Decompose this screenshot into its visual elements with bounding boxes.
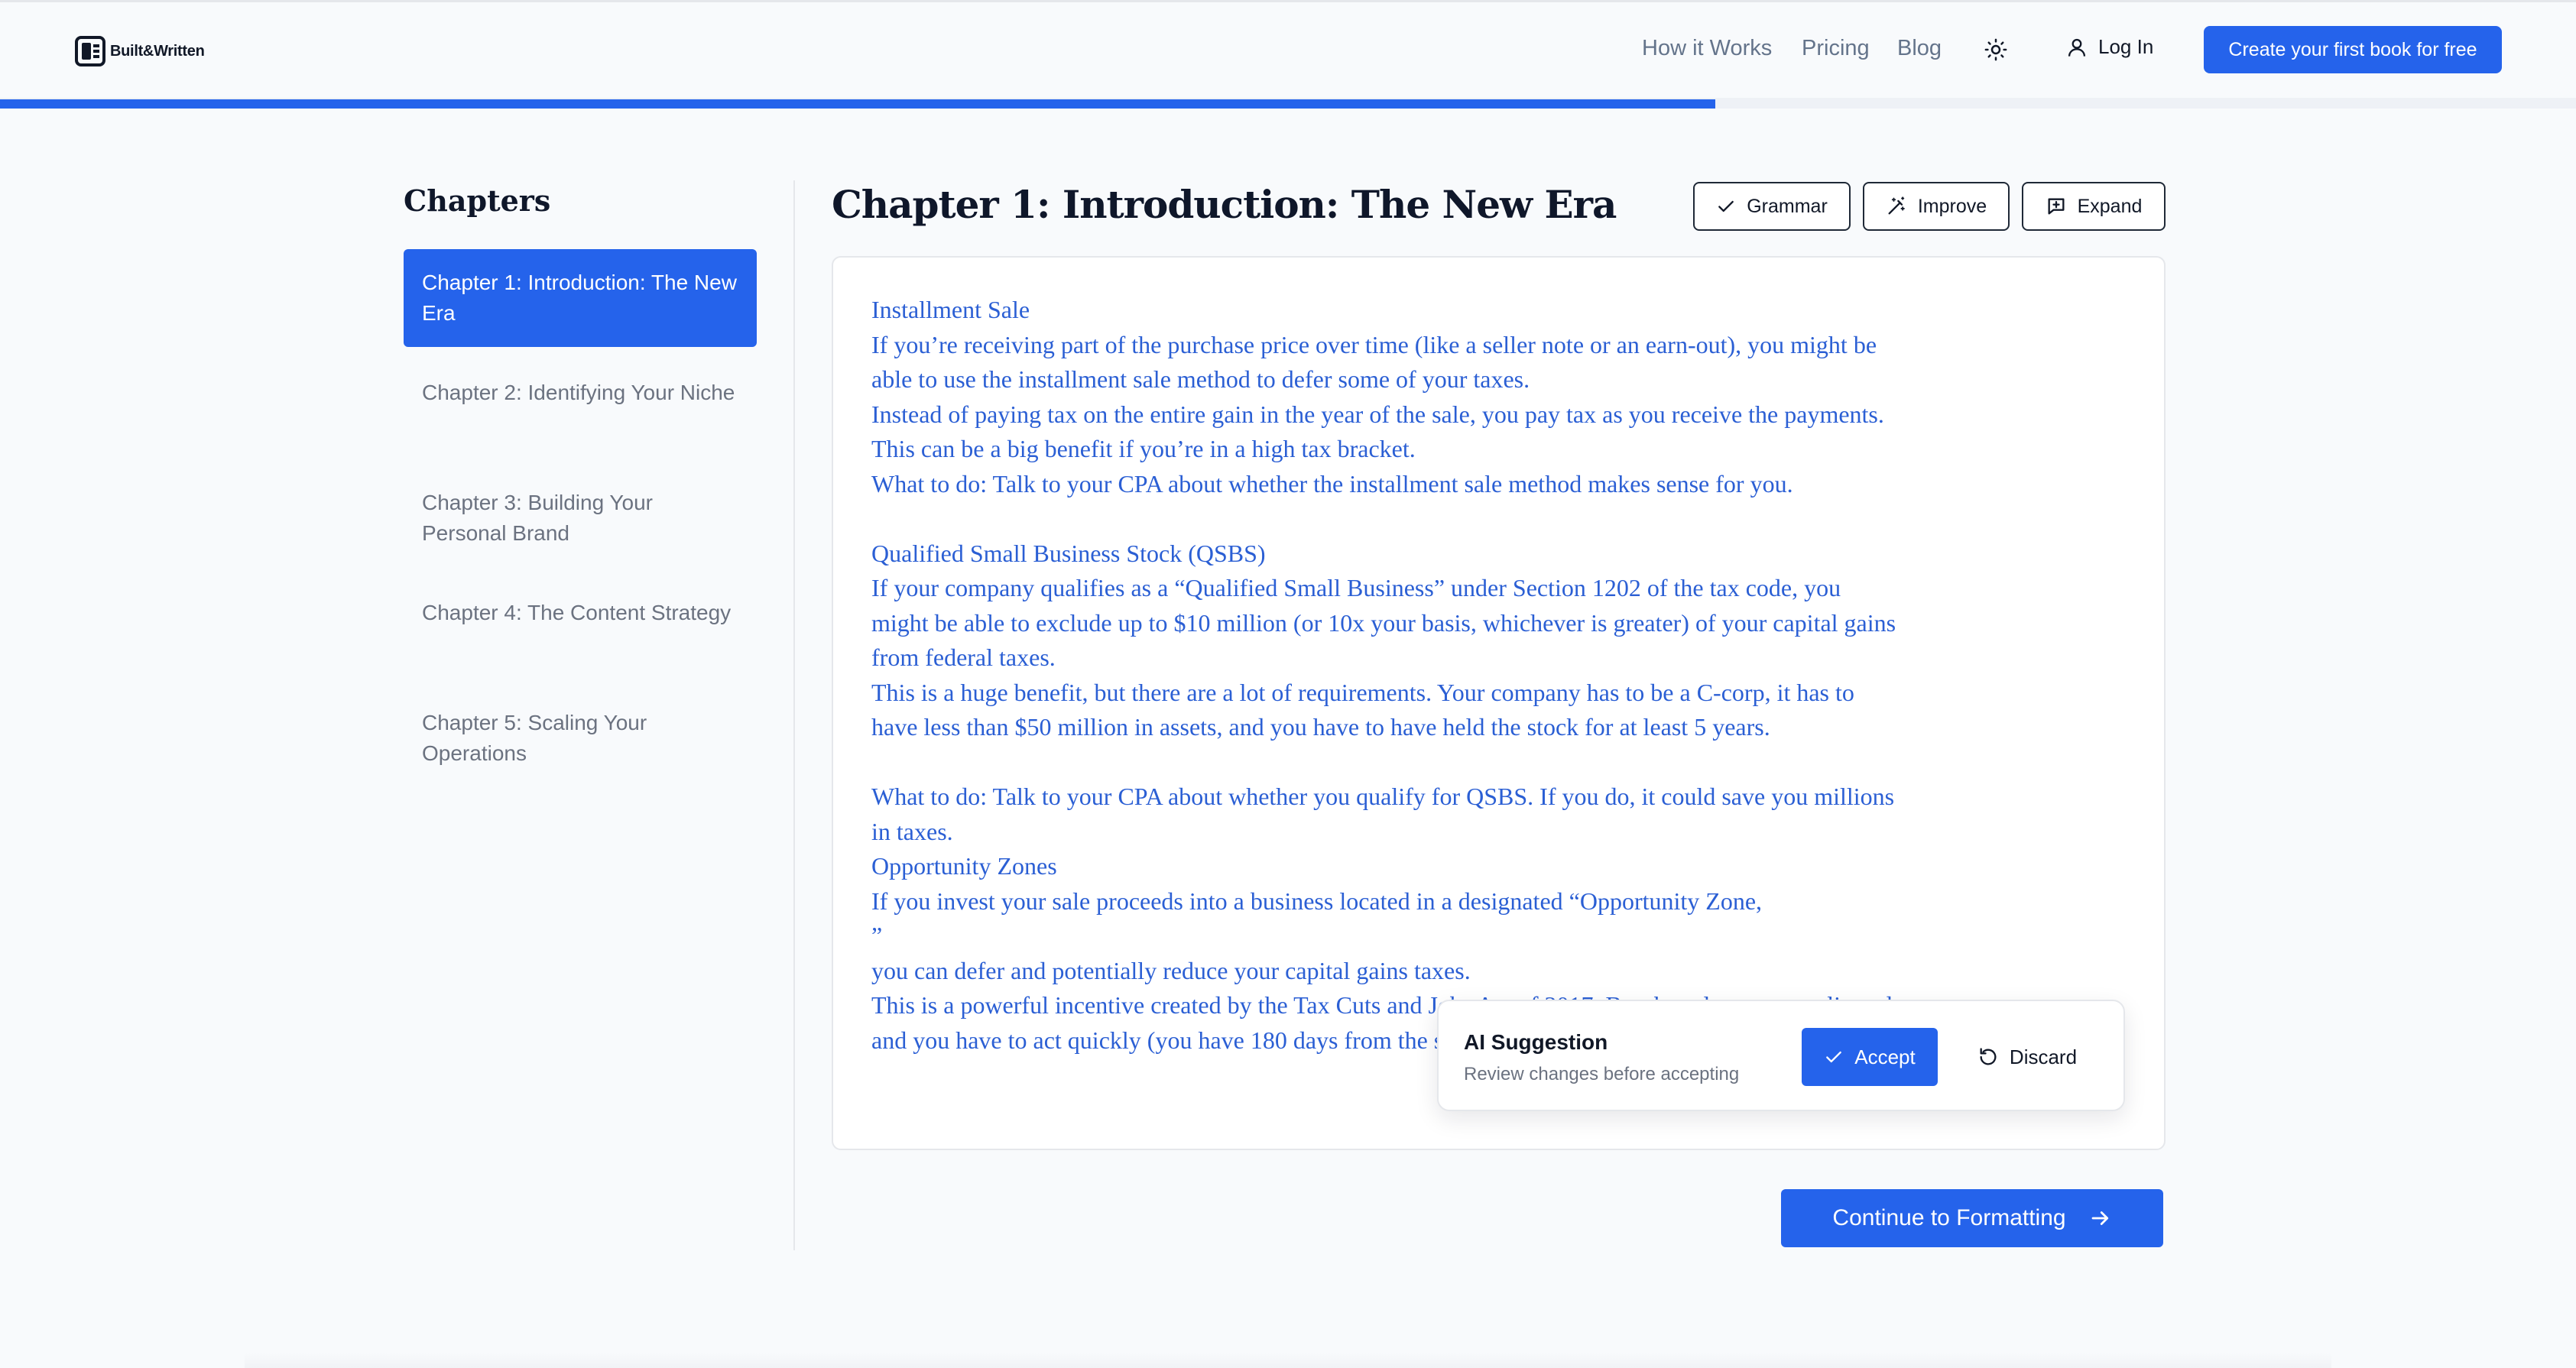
discard-label: Discard	[2009, 1045, 2078, 1068]
book-logo-icon	[75, 36, 105, 66]
check-icon	[1718, 200, 1734, 212]
theme-toggle-sun-icon[interactable]	[1984, 38, 2007, 61]
chapters-sidebar: Chapters Chapter 1: Introduction: The Ne…	[404, 183, 757, 765]
create-book-button[interactable]: Create your first book for free	[2204, 26, 2502, 73]
logo[interactable]: Built&Written	[75, 36, 205, 66]
ai-suggestion-subtitle: Review changes before accepting	[1464, 1064, 1740, 1084]
editor-paragraph: Installment Sale	[871, 296, 1030, 323]
continue-label: Continue to Formatting	[1832, 1205, 2066, 1230]
sidebar-divider	[793, 180, 795, 1250]
editor-paragraph	[871, 501, 1903, 537]
nav-pricing[interactable]: Pricing	[1802, 36, 1870, 61]
editor-paragraph	[871, 745, 1903, 780]
editor-paragraph: Opportunity Zones	[871, 852, 1057, 880]
expand-label: Expand	[2077, 195, 2143, 217]
expand-button[interactable]: Expand	[2022, 182, 2166, 231]
chapter-heading: Chapter 1: Introduction: The New Era	[832, 182, 1617, 227]
editor-paragraph: If your company qualifies as a “Qualifie…	[871, 574, 1903, 671]
page-bottom-shade	[245, 1353, 2331, 1368]
improve-label: Improve	[1917, 195, 1987, 217]
arrow-right-icon	[2091, 1211, 2108, 1225]
editor-text[interactable]: Installment Sale If you’re receiving par…	[871, 293, 1903, 1058]
sidebar-title: Chapters	[404, 183, 551, 218]
editor-paragraph: What to do: Talk to your CPA about wheth…	[871, 783, 1901, 845]
continue-to-formatting-button[interactable]: Continue to Formatting	[1781, 1189, 2163, 1247]
editor-paragraph: Instead of paying tax on the entire gain…	[871, 400, 1890, 463]
progress-bar-fill	[0, 99, 1716, 109]
check-icon	[1826, 1051, 1842, 1063]
editor-paragraph: If you’re receiving part of the purchase…	[871, 330, 1883, 394]
accept-button[interactable]: Accept	[1802, 1028, 1938, 1086]
ai-suggestion-title: AI Suggestion	[1464, 1030, 1608, 1054]
chapter-list: Chapter 1: Introduction: The New Era Cha…	[404, 249, 757, 799]
login-label: Log In	[2098, 35, 2154, 58]
top-header: Built&Written	[0, 0, 2576, 99]
chapter-item-5[interactable]: Chapter 5: Scaling Your Operations	[404, 689, 757, 787]
nav-how-it-works[interactable]: How it Works	[1642, 36, 1772, 61]
user-icon	[2068, 38, 2086, 57]
chapter-item-1[interactable]: Chapter 1: Introduction: The New Era	[404, 249, 757, 347]
login-button[interactable]: Log In	[2066, 35, 2153, 59]
logo-text: Built&Written	[110, 42, 205, 60]
undo-rotate-icon	[1980, 1048, 1997, 1065]
grammar-label: Grammar	[1747, 195, 1828, 217]
editor-paragraph: you can defer and potentially reduce you…	[871, 956, 1471, 984]
chapter-item-2[interactable]: Chapter 2: Identifying Your Niche	[404, 359, 757, 457]
ai-suggestion-card: AI Suggestion Review changes before acce…	[1437, 1000, 2125, 1111]
editor-paragraph: What to do: Talk to your CPA about wheth…	[871, 469, 1793, 498]
editor-paragraph: If you invest your sale proceeds into a …	[871, 887, 1763, 950]
grammar-button[interactable]: Grammar	[1693, 182, 1851, 231]
improve-button[interactable]: Improve	[1863, 182, 2010, 231]
chapter-item-3[interactable]: Chapter 3: Building Your Personal Brand	[404, 469, 757, 567]
message-plus-icon	[2048, 198, 2065, 215]
magic-wand-icon	[1888, 196, 1905, 215]
editor-paragraph: Qualified Small Business Stock (QSBS)	[871, 539, 1266, 567]
accept-label: Accept	[1854, 1045, 1916, 1068]
progress-bar	[0, 99, 2576, 109]
chapter-item-4[interactable]: Chapter 4: The Content Strategy	[404, 579, 757, 677]
nav-blog[interactable]: Blog	[1897, 36, 1942, 61]
discard-button[interactable]: Discard	[1962, 1028, 2092, 1086]
editor-paragraph: This is a huge benefit, but there are a …	[871, 678, 1861, 741]
